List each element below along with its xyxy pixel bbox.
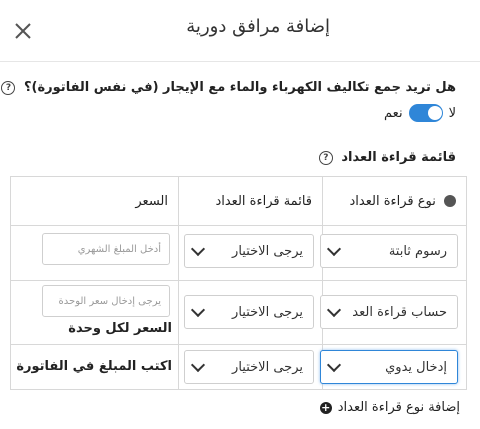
- chevron-down-icon: [326, 357, 342, 373]
- header-list: قائمة قراءة العداد: [178, 176, 323, 226]
- cell-list: يرجى الاختيار: [178, 280, 323, 345]
- type-select-value: رسوم ثابتة: [388, 243, 447, 259]
- gear-icon: [444, 195, 456, 207]
- header-type-label: نوع قراءة العداد: [349, 193, 436, 209]
- monthly-amount-input[interactable]: أدخل المبلغ الشهري: [42, 233, 170, 265]
- header-price-label: السعر: [135, 193, 168, 209]
- toggle-row: لا نعم: [384, 104, 456, 122]
- header-price: السعر: [10, 176, 179, 226]
- type-select[interactable]: إدخال يدوي: [320, 350, 458, 384]
- cell-type: إدخال يدوي: [320, 344, 467, 390]
- cell-list: يرجى الاختيار: [178, 344, 323, 390]
- type-select[interactable]: حساب قراءة العد: [320, 295, 458, 329]
- price-note: السعر لكل وحدة: [68, 321, 172, 336]
- meter-section-label: قائمة قراءة العداد ?: [318, 150, 456, 165]
- list-select[interactable]: يرجى الاختيار: [184, 350, 314, 384]
- meter-table: نوع قراءة العداد قائمة قراءة العداد السع…: [10, 176, 467, 390]
- cell-type: رسوم ثابتة: [320, 225, 467, 281]
- question-icon[interactable]: ?: [1, 80, 16, 95]
- type-select-value: حساب قراءة العد: [352, 304, 447, 320]
- header-list-label: قائمة قراءة العداد: [215, 193, 312, 209]
- chevron-down-icon: [190, 241, 206, 257]
- yes-label: نعم: [384, 105, 403, 121]
- modal-title: إضافة مرافق دورية: [186, 16, 330, 37]
- cell-price: يرجى إدخال سعر الوحدة السعر لكل وحدة: [10, 280, 179, 345]
- unit-price-input[interactable]: يرجى إدخال سعر الوحدة: [42, 285, 170, 317]
- list-select-value: يرجى الاختيار: [232, 359, 303, 375]
- toggle-knob: [427, 106, 442, 120]
- no-label: لا: [448, 105, 456, 121]
- plus-circle-icon: +: [319, 400, 332, 414]
- table-row: حساب قراءة العد يرجى الاختيار يرجى إدخال…: [10, 280, 467, 345]
- combine-toggle[interactable]: [408, 104, 443, 122]
- list-select[interactable]: يرجى الاختيار: [184, 295, 314, 329]
- modal-header: إضافة مرافق دورية: [0, 0, 480, 62]
- cell-type: حساب قراءة العد: [320, 280, 467, 345]
- chevron-down-icon: [326, 302, 342, 318]
- list-select-value: يرجى الاختيار: [232, 243, 303, 259]
- cell-price: أدخل المبلغ الشهري: [10, 225, 179, 281]
- modal-dialog: إضافة مرافق دورية هل تريد جمع تكاليف الك…: [0, 0, 480, 429]
- type-select-value: إدخال يدوي: [385, 359, 447, 375]
- question-text-row: هل تريد جمع تكاليف الكهرباء والماء مع ال…: [1, 80, 456, 95]
- input-placeholder: يرجى إدخال سعر الوحدة: [58, 295, 161, 307]
- list-select-value: يرجى الاختيار: [232, 304, 303, 320]
- cell-price: اكتب المبلغ في الفاتورة: [10, 344, 179, 390]
- question-icon[interactable]: ?: [318, 150, 333, 165]
- header-type: نوع قراءة العداد: [322, 176, 467, 226]
- meter-section-text: قائمة قراءة العداد: [341, 150, 456, 165]
- chevron-down-icon: [190, 357, 206, 373]
- add-meter-type-button[interactable]: إضافة نوع قراءة العداد +: [319, 400, 460, 415]
- chevron-down-icon: [326, 241, 342, 257]
- add-meter-type-label: إضافة نوع قراءة العداد: [337, 400, 460, 415]
- list-select[interactable]: يرجى الاختيار: [184, 234, 314, 268]
- input-placeholder: أدخل المبلغ الشهري: [77, 243, 161, 255]
- chevron-down-icon: [190, 302, 206, 318]
- type-select[interactable]: رسوم ثابتة: [320, 234, 458, 268]
- close-icon[interactable]: [12, 20, 34, 42]
- cell-list: يرجى الاختيار: [178, 225, 323, 281]
- price-note: اكتب المبلغ في الفاتورة: [16, 359, 172, 374]
- table-row: إدخال يدوي يرجى الاختيار اكتب المبلغ في …: [10, 344, 467, 390]
- table-row: رسوم ثابتة يرجى الاختيار أدخل المبلغ الش…: [10, 225, 467, 281]
- question-text: هل تريد جمع تكاليف الكهرباء والماء مع ال…: [24, 80, 456, 95]
